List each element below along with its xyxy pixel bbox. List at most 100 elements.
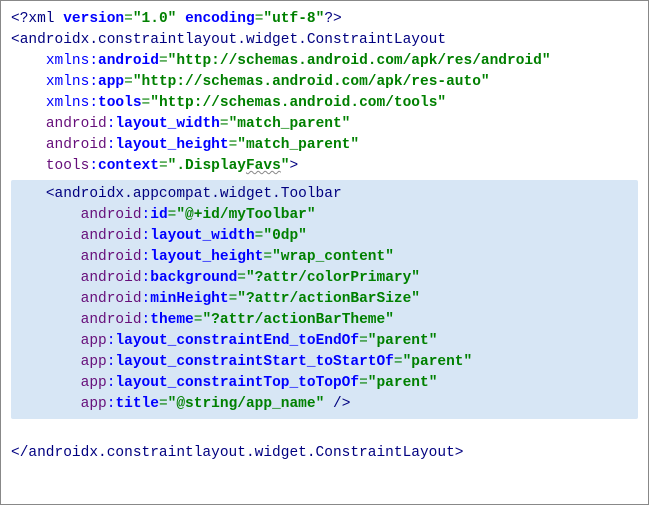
eq: = xyxy=(124,74,133,90)
eq: = xyxy=(263,249,272,265)
val: "?attr/actionBarSize" xyxy=(237,291,420,307)
colon: : xyxy=(89,53,98,69)
indent xyxy=(11,158,46,174)
root-tag: androidx.constraintlayout.widget.Constra… xyxy=(20,32,446,48)
decl-open: <? xyxy=(11,11,28,27)
eq: = xyxy=(159,158,168,174)
ns: xmlns xyxy=(46,95,90,111)
decl-val-encoding: "utf-8" xyxy=(263,11,324,27)
indent xyxy=(11,291,81,307)
eq: = xyxy=(229,291,238,307)
xml-declaration: <?xml version="1.0" encoding="utf-8"?> xyxy=(11,11,342,27)
val-post: " xyxy=(281,158,290,174)
colon: : xyxy=(89,95,98,111)
val: "@string/app_name" xyxy=(168,396,325,412)
attr: theme xyxy=(150,312,194,328)
attr: context xyxy=(98,158,159,174)
val: "http://schemas.android.com/tools" xyxy=(150,95,446,111)
eq: = xyxy=(124,11,133,27)
indent xyxy=(11,207,81,223)
indent xyxy=(11,186,46,202)
colon: : xyxy=(142,270,151,286)
eq: = xyxy=(394,354,403,370)
eq: = xyxy=(142,95,151,111)
indent xyxy=(11,116,46,132)
ns: xmlns xyxy=(46,74,90,90)
decl-val-version: "1.0" xyxy=(133,11,177,27)
root-close-open: > xyxy=(290,158,299,174)
ns: app xyxy=(81,333,107,349)
val: ".DisplayFavs" xyxy=(168,158,290,174)
ns: android xyxy=(81,228,142,244)
indent xyxy=(11,312,81,328)
indent xyxy=(11,354,81,370)
ns: app xyxy=(81,396,107,412)
root-open: < xyxy=(11,32,20,48)
highlighted-toolbar-block: <androidx.appcompat.widget.Toolbar andro… xyxy=(11,180,638,419)
decl-attr-encoding: encoding xyxy=(185,11,255,27)
decl-target: xml xyxy=(28,11,54,27)
attr: layout_width xyxy=(115,116,219,132)
attr: title xyxy=(115,396,159,412)
root-close-tag: </androidx.constraintlayout.widget.Const… xyxy=(11,445,463,461)
indent xyxy=(11,396,81,412)
ns: app xyxy=(81,375,107,391)
val: "match_parent" xyxy=(229,116,351,132)
eq: = xyxy=(237,270,246,286)
ns: android xyxy=(81,291,142,307)
xml-code-block: <?xml version="1.0" encoding="utf-8"?> <… xyxy=(11,9,638,464)
eq: = xyxy=(359,375,368,391)
attr: id xyxy=(150,207,167,223)
eq: = xyxy=(229,137,238,153)
val: "@+id/myToolbar" xyxy=(176,207,315,223)
val: "match_parent" xyxy=(237,137,359,153)
indent xyxy=(11,137,46,153)
val: "http://schemas.android.com/apk/res-auto… xyxy=(133,74,490,90)
colon: : xyxy=(142,228,151,244)
colon: : xyxy=(89,158,98,174)
eq: = xyxy=(359,333,368,349)
attr: layout_constraintTop_toTopOf xyxy=(115,375,359,391)
decl-attr-version: version xyxy=(63,11,124,27)
val-pre: ".Display xyxy=(168,158,246,174)
attr: background xyxy=(150,270,237,286)
val: "?attr/colorPrimary" xyxy=(246,270,420,286)
indent xyxy=(11,95,46,111)
attr: app xyxy=(98,74,124,90)
attr: layout_height xyxy=(150,249,263,265)
ns: android xyxy=(46,116,107,132)
indent xyxy=(11,228,81,244)
indent xyxy=(11,270,81,286)
eq: = xyxy=(220,116,229,132)
ns: tools xyxy=(46,158,90,174)
toolbar-open: < xyxy=(46,186,55,202)
attr: layout_height xyxy=(115,137,228,153)
toolbar-close: /> xyxy=(324,396,350,412)
val: "wrap_content" xyxy=(272,249,394,265)
val: "parent" xyxy=(403,354,473,370)
indent xyxy=(11,333,81,349)
ns: android xyxy=(81,270,142,286)
val-wavy: Favs xyxy=(246,158,281,174)
val: "parent" xyxy=(368,333,438,349)
eq: = xyxy=(159,53,168,69)
colon: : xyxy=(142,249,151,265)
ns: android xyxy=(46,137,107,153)
eq: = xyxy=(159,396,168,412)
colon: : xyxy=(89,74,98,90)
ns: android xyxy=(81,249,142,265)
toolbar-tag: androidx.appcompat.widget.Toolbar xyxy=(55,186,342,202)
decl-close: ?> xyxy=(324,11,341,27)
colon: : xyxy=(142,312,151,328)
indent xyxy=(11,375,81,391)
val: "http://schemas.android.com/apk/res/andr… xyxy=(168,53,551,69)
indent xyxy=(11,249,81,265)
attr: tools xyxy=(98,95,142,111)
attr: layout_constraintEnd_toEndOf xyxy=(115,333,359,349)
indent xyxy=(11,74,46,90)
val: "0dp" xyxy=(263,228,307,244)
indent xyxy=(11,53,46,69)
colon: : xyxy=(142,207,151,223)
val: "?attr/actionBarTheme" xyxy=(202,312,393,328)
ns: android xyxy=(81,312,142,328)
